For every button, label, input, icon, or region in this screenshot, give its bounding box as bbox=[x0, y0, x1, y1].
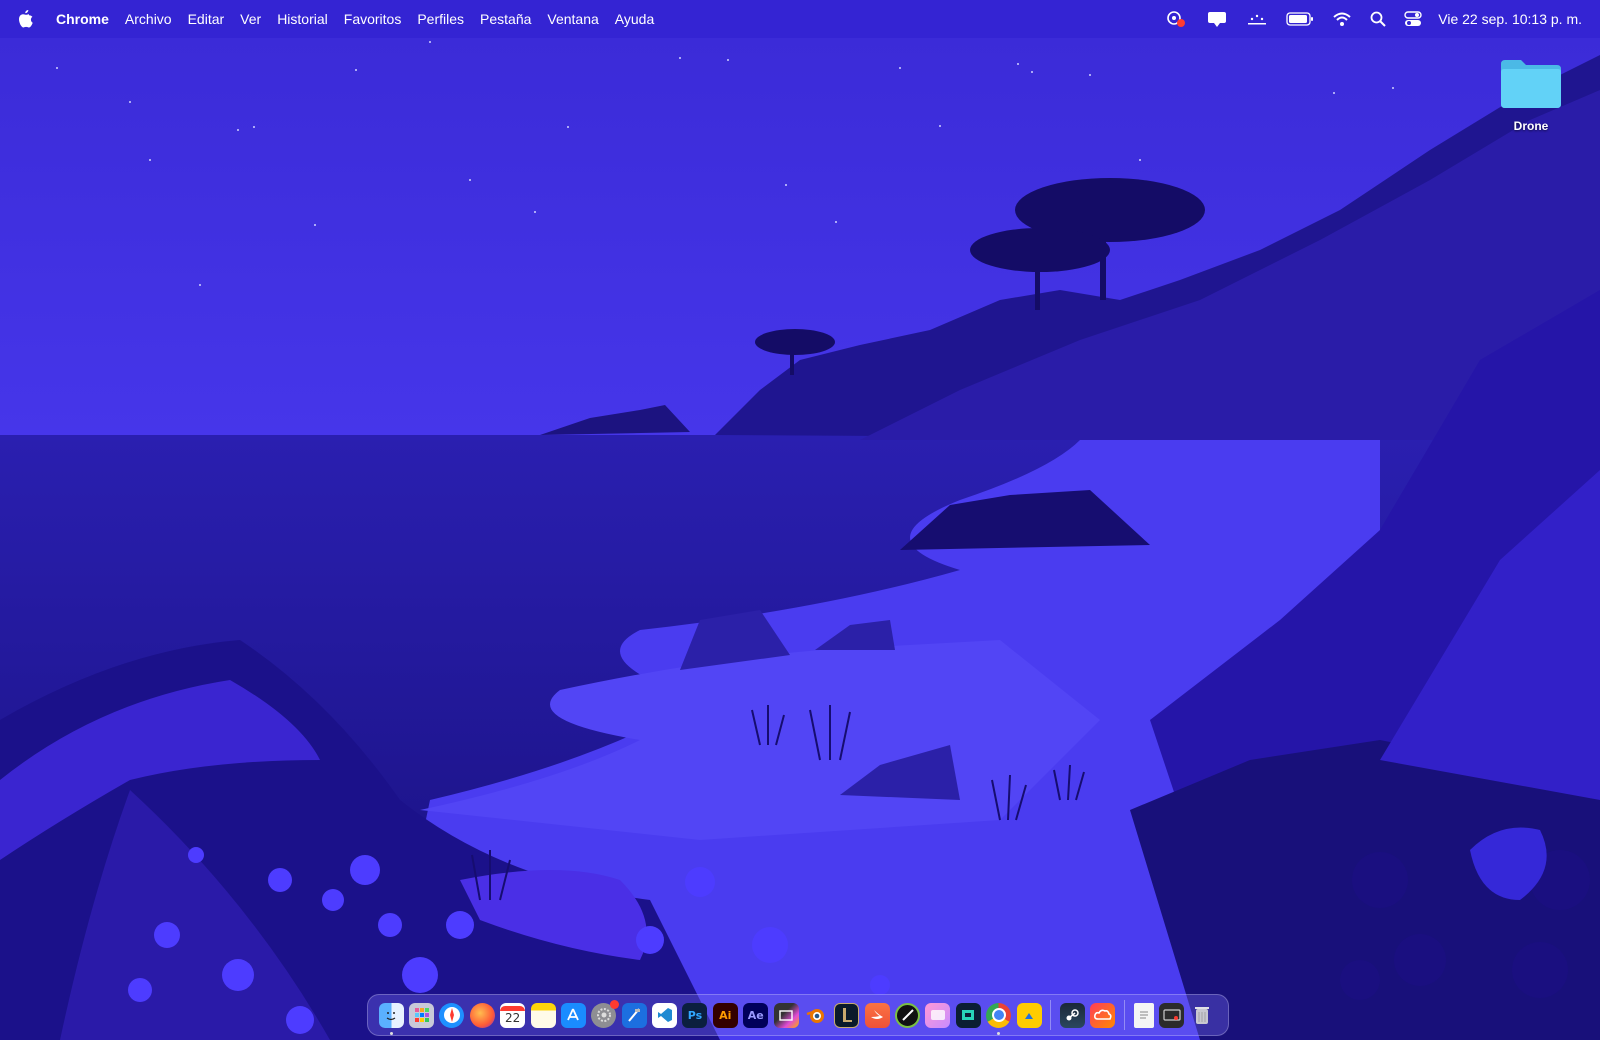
after-effects-icon[interactable]: Ae bbox=[743, 1002, 769, 1028]
photoshop-icon[interactable]: Ps bbox=[682, 1002, 708, 1028]
menu-ventana[interactable]: Ventana bbox=[539, 0, 606, 38]
menu-archivo[interactable]: Archivo bbox=[117, 0, 180, 38]
trash-icon[interactable] bbox=[1189, 1003, 1214, 1028]
status-area: Vie 22 sep. 10:13 p. m. bbox=[1146, 0, 1582, 38]
menu-editar[interactable]: Editar bbox=[180, 0, 233, 38]
menu-favoritos[interactable]: Favoritos bbox=[336, 0, 410, 38]
vscode-icon[interactable] bbox=[652, 1002, 678, 1028]
inkscape-icon[interactable] bbox=[895, 1002, 921, 1028]
dock-separator bbox=[1124, 1000, 1125, 1030]
spotlight-search-icon[interactable] bbox=[1370, 0, 1386, 38]
swift-playgrounds-icon[interactable] bbox=[864, 1002, 890, 1028]
blender-icon[interactable] bbox=[804, 1003, 829, 1028]
xcode-icon[interactable] bbox=[621, 1002, 647, 1028]
illustrator-icon[interactable]: Ai bbox=[712, 1002, 738, 1028]
document-icon[interactable] bbox=[1133, 1002, 1154, 1028]
menu-historial[interactable]: Historial bbox=[269, 0, 336, 38]
pixelmator-icon[interactable] bbox=[925, 1002, 951, 1028]
running-indicator bbox=[389, 1031, 393, 1035]
multipass-icon[interactable] bbox=[955, 1002, 981, 1028]
battery-icon[interactable] bbox=[1286, 0, 1314, 38]
badge-icon bbox=[610, 999, 620, 1009]
keynote-icon[interactable] bbox=[1016, 1002, 1042, 1028]
dock-separator bbox=[1050, 1000, 1052, 1030]
screen-capture-icon[interactable] bbox=[1159, 1002, 1185, 1028]
folder-icon bbox=[1501, 60, 1561, 108]
desktop-folder-drone[interactable]: Drone bbox=[1490, 56, 1572, 133]
calendar-day: 22 bbox=[505, 1010, 521, 1025]
menu-ver[interactable]: Ver bbox=[232, 0, 269, 38]
folder-label: Drone bbox=[1513, 119, 1549, 133]
finder-icon[interactable] bbox=[378, 1002, 404, 1035]
dock: 22 Ps Ai Ae bbox=[367, 994, 1229, 1036]
menu-bar-clock[interactable]: Vie 22 sep. 10:13 p. m. bbox=[1438, 0, 1582, 38]
menu-pestana[interactable]: Pestaña bbox=[472, 0, 539, 38]
app-store-icon[interactable] bbox=[560, 1002, 586, 1028]
steam-icon[interactable] bbox=[1059, 1002, 1085, 1028]
chrome-center bbox=[991, 1008, 1006, 1022]
notification-icon[interactable] bbox=[1206, 0, 1228, 38]
control-center-icon[interactable] bbox=[1404, 0, 1422, 38]
safari-icon[interactable] bbox=[439, 1002, 465, 1028]
running-indicator bbox=[997, 1031, 1001, 1035]
menu-perfiles[interactable]: Perfiles bbox=[409, 0, 472, 38]
menu-ayuda[interactable]: Ayuda bbox=[607, 0, 662, 38]
league-of-legends-icon[interactable] bbox=[834, 1002, 860, 1028]
apple-menu-icon[interactable] bbox=[16, 9, 36, 29]
desktop-wallpaper bbox=[0, 0, 1600, 1040]
system-settings-icon[interactable] bbox=[591, 999, 620, 1028]
menu-bar: Chrome Archivo Editar Ver Historial Favo… bbox=[0, 0, 1600, 38]
wifi-icon[interactable] bbox=[1332, 0, 1352, 38]
stage-icon[interactable] bbox=[1246, 0, 1268, 38]
creative-cloud-icon[interactable] bbox=[1090, 1002, 1116, 1028]
final-cut-pro-icon[interactable] bbox=[773, 1002, 799, 1028]
notes-icon[interactable] bbox=[530, 1002, 556, 1028]
firefox-icon[interactable] bbox=[469, 1002, 495, 1028]
calendar-icon[interactable]: 22 bbox=[500, 1002, 526, 1028]
app-menu-chrome[interactable]: Chrome bbox=[48, 0, 117, 38]
launchpad-icon[interactable] bbox=[409, 1002, 435, 1028]
screen-recording-icon[interactable] bbox=[1164, 0, 1188, 38]
chrome-icon[interactable] bbox=[986, 1002, 1012, 1035]
